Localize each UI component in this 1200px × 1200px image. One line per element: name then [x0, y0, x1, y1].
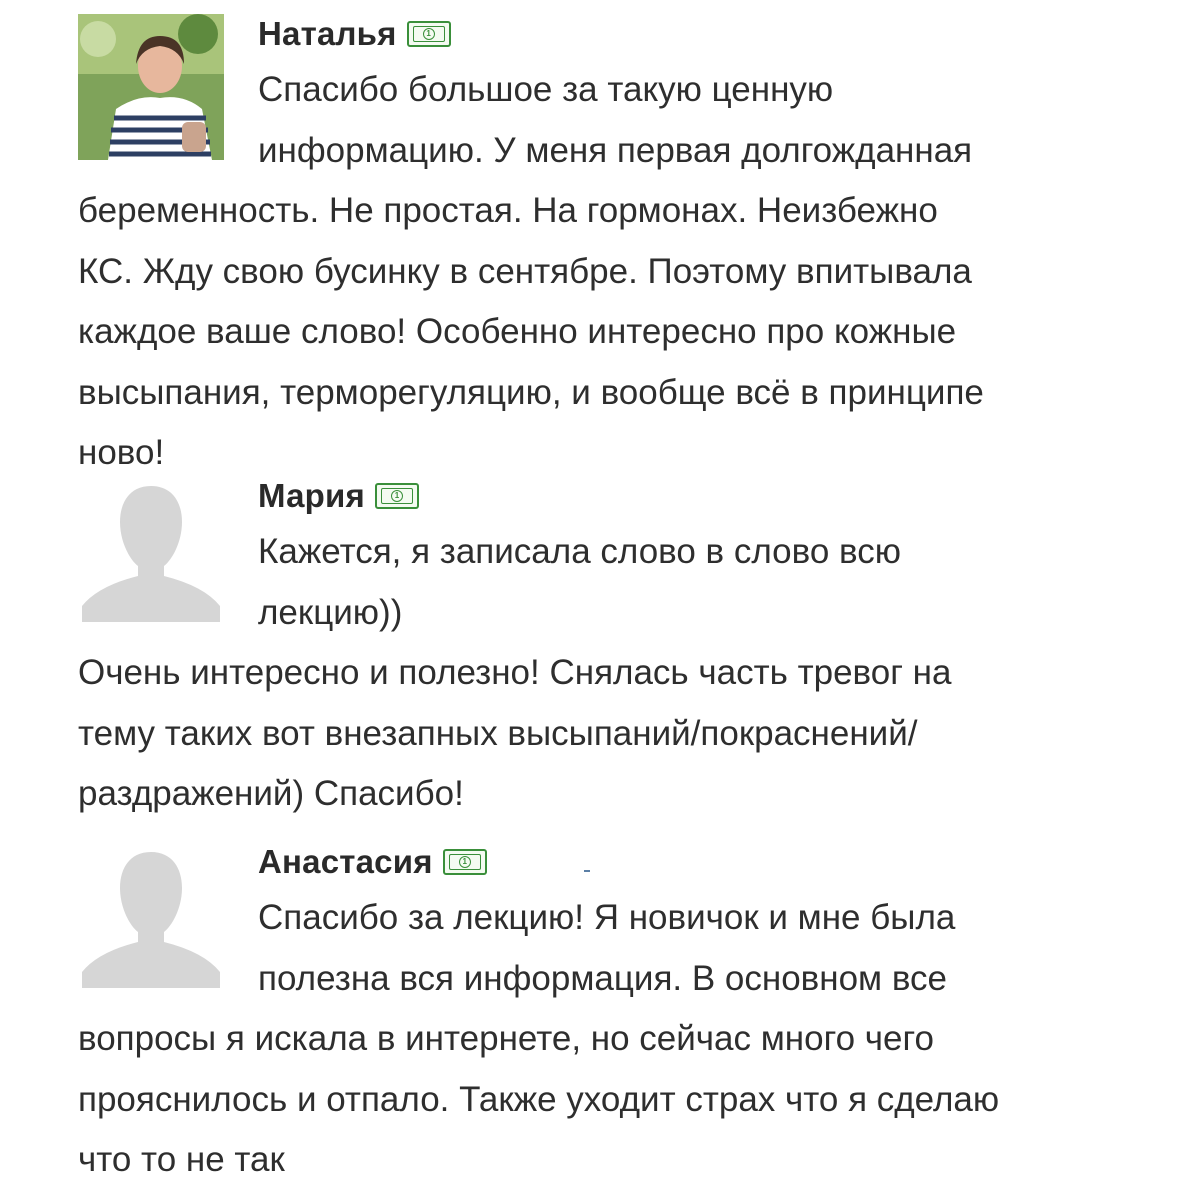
- comment-line: высыпания, терморегуляцию, и вообще всё …: [78, 372, 984, 412]
- comment-line: информацию. У меня первая долгожданная: [258, 130, 973, 170]
- comment-line: Очень интересно и полезно! Снялась часть…: [78, 653, 952, 692]
- comment-line: ново!: [78, 433, 165, 472]
- author-row: Наталья 1: [258, 14, 451, 54]
- comment-line: Спасибо за лекцию! Я новичок и мне была: [258, 898, 956, 937]
- comment-item: Анастасия 1 Спасибо за лекцию! Я новичок…: [78, 842, 1178, 1192]
- comment-line: полезна вся информация. В основном все: [258, 958, 948, 998]
- comment-line: раздражений) Спасибо!: [78, 774, 464, 813]
- comment-line: тему таких вот внезапных высыпаний/покра…: [78, 713, 918, 753]
- author-name[interactable]: Мария: [258, 477, 365, 515]
- author-name[interactable]: Анастасия: [258, 843, 433, 881]
- money-bill-icon: 1: [374, 483, 419, 509]
- money-bill-icon: 1: [406, 21, 451, 47]
- author-row: Анастасия 1: [258, 842, 487, 882]
- comment-line: Кажется, я записала слово в слово всю: [258, 532, 901, 571]
- author-row: Мария 1: [258, 476, 419, 516]
- decorative-dot: [584, 870, 590, 872]
- comment-line: вопросы я искала в интернете, но сейчас …: [78, 1019, 934, 1058]
- comment-line: что то не так: [78, 1140, 285, 1179]
- comment-line: прояснилось и отпало. Также уходит страх…: [78, 1079, 1000, 1119]
- comment-line: КС. Жду свою бусинку в сентябре. Поэтому…: [78, 251, 972, 291]
- author-name[interactable]: Наталья: [258, 15, 397, 53]
- money-bill-icon: 1: [442, 849, 487, 875]
- comment-text: Спасибо за лекцию! Я новичок и мне была …: [78, 888, 999, 1191]
- comment-line: лекцию)): [258, 592, 403, 632]
- comment-text: Кажется, я записала слово в слово всю ле…: [78, 522, 951, 825]
- comment-line: Спасибо большое за такую ценную: [258, 70, 834, 109]
- comment-line: беременность. Не простая. На гормонах. Н…: [78, 191, 938, 230]
- comment-item: Мария 1 Кажется, я записала слово в слов…: [78, 476, 1178, 816]
- comment-text: Спасибо большое за такую ценную информац…: [78, 60, 984, 484]
- comment-item: Наталья 1 Спасибо большое за такую ценну…: [78, 14, 1178, 474]
- comment-line: каждое ваше слово! Особенно интересно пр…: [78, 312, 957, 351]
